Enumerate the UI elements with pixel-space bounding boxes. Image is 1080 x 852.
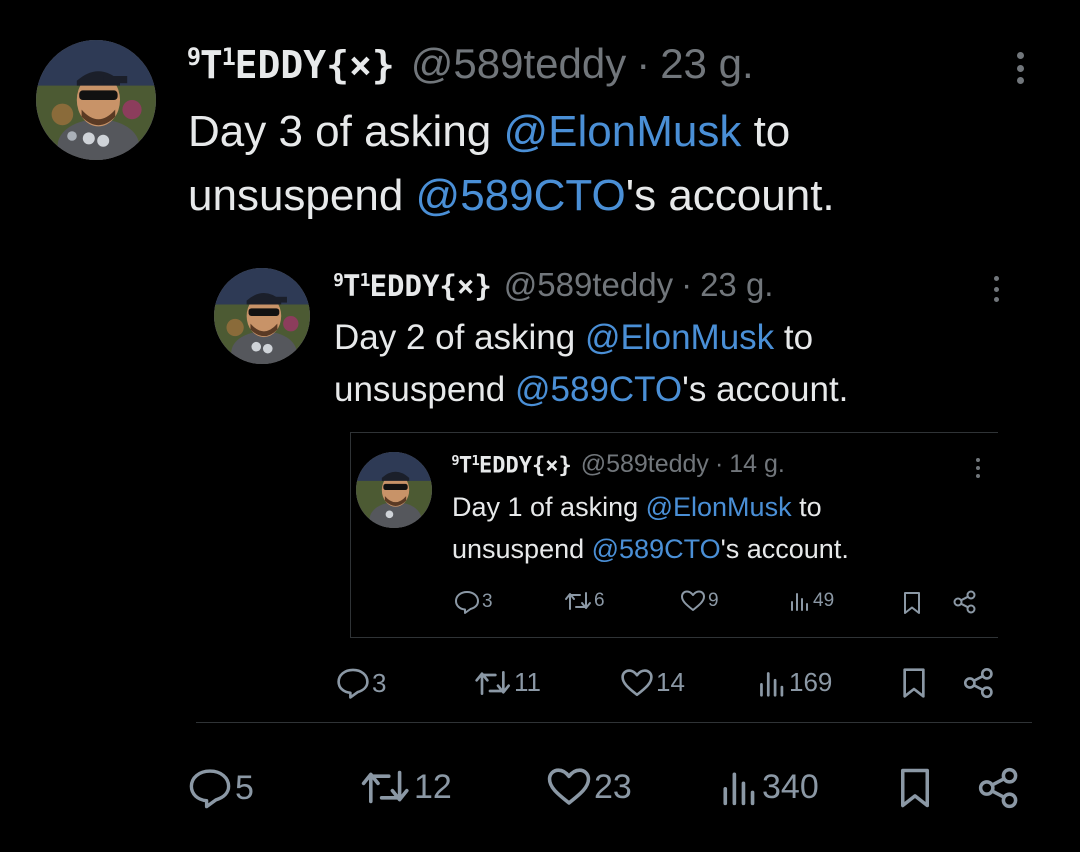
- tweet-text: Day 2 of asking @ElonMusk to unsuspend @…: [334, 312, 1014, 416]
- tweet-header: 9T1EDDY{×} @589teddy · 23 g.: [187, 40, 754, 92]
- mention-link[interactable]: @ElonMusk: [504, 107, 742, 156]
- share-icon: [953, 590, 976, 614]
- avatar-image: [36, 40, 156, 160]
- divider: [196, 722, 1032, 723]
- handle[interactable]: @589teddy: [504, 266, 673, 304]
- handle[interactable]: @589teddy: [411, 40, 626, 88]
- bookmark-button[interactable]: [902, 591, 922, 615]
- display-name[interactable]: 9T1EDDY{×}: [451, 453, 571, 479]
- bookmark-button[interactable]: [900, 667, 928, 699]
- tweet-text-line-2: unsuspend @589CTO's account.: [452, 534, 849, 564]
- avatar[interactable]: [356, 452, 432, 528]
- repost-button[interactable]: 6: [564, 590, 605, 612]
- like-count: 14: [656, 667, 685, 697]
- more-icon[interactable]: [973, 458, 983, 478]
- more-icon[interactable]: [990, 276, 1002, 302]
- more-icon[interactable]: [1012, 52, 1028, 84]
- views-count: 49: [813, 590, 835, 611]
- timestamp[interactable]: 14 g.: [729, 450, 785, 479]
- timestamp[interactable]: 23 g.: [700, 266, 773, 304]
- repost-icon: [475, 670, 510, 695]
- bookmark-icon: [903, 668, 925, 698]
- separator: ·: [636, 40, 651, 87]
- repost-icon: [565, 592, 591, 610]
- views-button[interactable]: 169: [756, 667, 832, 698]
- views-count: 169: [789, 667, 833, 697]
- reply-count: 5: [235, 768, 254, 807]
- divider: [350, 432, 998, 433]
- separator: ·: [714, 450, 724, 478]
- reply-count: 3: [372, 667, 387, 698]
- share-icon: [978, 767, 1018, 809]
- like-button[interactable]: 14: [620, 667, 685, 698]
- bookmark-button[interactable]: [896, 767, 934, 809]
- handle[interactable]: @589teddy: [581, 450, 709, 479]
- like-count: 9: [708, 590, 719, 611]
- display-name[interactable]: 9T1EDDY{×}: [187, 43, 395, 87]
- repost-count: 6: [594, 590, 605, 611]
- heart-icon: [547, 768, 591, 805]
- tweet-text-line-2: unsuspend @589CTO's account.: [188, 171, 835, 220]
- reply-icon: [455, 591, 479, 614]
- avatar[interactable]: [36, 40, 156, 160]
- share-button[interactable]: [952, 590, 978, 614]
- mention-link[interactable]: @589CTO: [592, 534, 721, 564]
- avatar-image: [356, 452, 432, 528]
- bookmark-icon: [901, 768, 929, 808]
- reply-icon: [189, 769, 231, 809]
- repost-button[interactable]: 12: [360, 767, 452, 807]
- like-button[interactable]: 23: [546, 767, 632, 807]
- share-icon: [963, 667, 993, 699]
- tweet-header: 9T1EDDY{×} @589teddy · 14 g.: [451, 450, 785, 484]
- divider: [350, 637, 998, 638]
- mention-link[interactable]: @589CTO: [515, 370, 682, 409]
- tweet-text: Day 3 of asking @ElonMusk to unsuspend @…: [188, 100, 1028, 228]
- views-button[interactable]: 340: [718, 767, 819, 807]
- mention-link[interactable]: @ElonMusk: [585, 318, 774, 357]
- like-count: 23: [594, 767, 632, 806]
- repost-button[interactable]: 11: [474, 667, 541, 698]
- reply-icon: [337, 668, 369, 699]
- bookmark-icon: [904, 592, 920, 614]
- heart-icon: [681, 590, 705, 611]
- views-button[interactable]: 49: [788, 590, 834, 612]
- share-button[interactable]: [962, 667, 996, 699]
- like-button[interactable]: 9: [680, 590, 719, 612]
- reply-count: 3: [482, 591, 493, 612]
- views-icon: [723, 772, 755, 806]
- separator: ·: [681, 266, 693, 303]
- timestamp[interactable]: 23 g.: [660, 40, 753, 88]
- repost-count: 11: [514, 667, 541, 697]
- tweet-text: Day 1 of asking @ElonMusk to unsuspend @…: [452, 486, 992, 570]
- reply-button[interactable]: 5: [188, 767, 254, 809]
- tweet-text-line-1: Day 1 of asking @ElonMusk to: [452, 492, 822, 522]
- repost-count: 12: [414, 767, 452, 806]
- heart-icon: [621, 668, 653, 696]
- share-button[interactable]: [976, 767, 1022, 809]
- mention-link[interactable]: @589CTO: [416, 171, 626, 220]
- reply-button[interactable]: 3: [454, 590, 493, 614]
- repost-icon: [361, 770, 409, 804]
- tweet-text-line-1: Day 2 of asking @ElonMusk to: [334, 318, 814, 357]
- views-count: 340: [762, 767, 819, 806]
- tweet-text-line-1: Day 3 of asking @ElonMusk to: [188, 107, 791, 156]
- avatar[interactable]: [214, 268, 310, 364]
- views-icon: [791, 593, 808, 611]
- divider: [350, 432, 351, 638]
- reply-button[interactable]: 3: [336, 667, 386, 699]
- avatar-image: [214, 268, 310, 364]
- display-name[interactable]: 9T1EDDY{×}: [333, 269, 492, 303]
- views-icon: [760, 671, 784, 697]
- mention-link[interactable]: @ElonMusk: [646, 492, 792, 522]
- tweet-text-line-2: unsuspend @589CTO's account.: [334, 370, 849, 409]
- tweet-header: 9T1EDDY{×} @589teddy · 23 g.: [333, 266, 773, 308]
